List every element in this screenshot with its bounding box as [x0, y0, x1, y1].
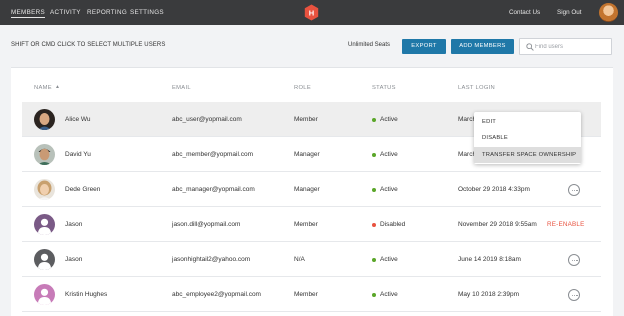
- avatar: [34, 179, 55, 200]
- member-status: Active: [380, 291, 398, 298]
- table-row[interactable]: Jason jason.dill@yopmail.com Member Disa…: [22, 207, 601, 242]
- table-row[interactable]: Jason jasonhightail2@yahoo.com N/A Activ…: [22, 242, 601, 277]
- more-options-icon[interactable]: [568, 184, 580, 196]
- member-name: Kristin Hughes: [65, 291, 108, 298]
- seats-label: Unlimited Seats: [348, 42, 391, 48]
- column-header-name[interactable]: NAME: [34, 85, 52, 91]
- member-last-login: June 14 2019 8:18am: [458, 256, 521, 263]
- member-name: Jason: [65, 221, 83, 228]
- re-enable-link[interactable]: RE-ENABLE: [547, 221, 585, 228]
- nav-activity[interactable]: ACTIVITY: [50, 9, 81, 16]
- member-role: N/A: [294, 256, 305, 263]
- nav-reporting[interactable]: REPORTING: [87, 9, 127, 16]
- member-email: jason.dill@yopmail.com: [172, 221, 241, 228]
- member-status: Active: [380, 116, 398, 123]
- member-name: Alice Wu: [65, 116, 91, 123]
- status-dot: [372, 293, 376, 297]
- member-role: Member: [294, 116, 318, 123]
- export-button[interactable]: EXPORT: [402, 39, 446, 54]
- add-members-button[interactable]: ADD MEMBERS: [451, 39, 514, 54]
- avatar: [34, 214, 55, 235]
- search-box: [519, 38, 612, 55]
- user-avatar[interactable]: [599, 3, 618, 22]
- avatar: [34, 249, 55, 270]
- status-dot: [372, 188, 376, 192]
- avatar: [34, 144, 55, 165]
- status-dot: [372, 258, 376, 262]
- search-icon: [526, 43, 534, 51]
- menu-item-edit[interactable]: EDIT: [474, 114, 581, 130]
- member-role: Manager: [294, 186, 320, 193]
- member-email: abc_manager@yopmail.com: [172, 186, 255, 193]
- member-name: Jason: [65, 256, 83, 263]
- logo-letter: H: [309, 9, 314, 18]
- member-last-login: October 29 2018 4:33pm: [458, 186, 530, 193]
- member-status: Disabled: [380, 221, 406, 228]
- hightail-logo-icon[interactable]: H: [304, 4, 319, 21]
- search-input[interactable]: [535, 41, 609, 52]
- row-action-menu: EDIT DISABLE TRANSFER SPACE OWNERSHIP: [474, 112, 581, 164]
- member-name: Dede Green: [65, 186, 101, 193]
- member-email: abc_member@yopmail.com: [172, 151, 254, 158]
- table-row[interactable]: Dede Green abc_manager@yopmail.com Manag…: [22, 172, 601, 207]
- members-table: NAME ▲ EMAIL ROLE STATUS LAST LOGIN Alic…: [11, 67, 613, 316]
- more-options-icon[interactable]: [568, 289, 580, 301]
- contact-us-link[interactable]: Contact Us: [509, 9, 540, 16]
- member-last-login: May 10 2018 2:39pm: [458, 291, 520, 298]
- member-role: Manager: [294, 151, 320, 158]
- member-email: abc_employee2@yopmail.com: [172, 291, 261, 298]
- status-dot: [372, 118, 376, 122]
- multi-select-hint: SHIFT OR CMD CLICK TO SELECT MULTIPLE US…: [11, 42, 166, 48]
- member-status: Active: [380, 151, 398, 158]
- column-header-status[interactable]: STATUS: [372, 85, 396, 91]
- member-email: jasonhightail2@yahoo.com: [172, 256, 251, 263]
- sign-out-link[interactable]: Sign Out: [557, 9, 582, 16]
- more-options-icon[interactable]: [568, 254, 580, 266]
- status-dot: [372, 153, 376, 157]
- nav-members[interactable]: MEMBERS: [11, 9, 45, 18]
- menu-item-transfer-ownership[interactable]: TRANSFER SPACE OWNERSHIP: [474, 147, 581, 163]
- menu-item-disable[interactable]: DISABLE: [474, 130, 581, 146]
- column-header-last-login[interactable]: LAST LOGIN: [458, 85, 495, 91]
- nav-settings[interactable]: SETTINGS: [130, 9, 164, 16]
- member-role: Member: [294, 221, 318, 228]
- member-email: abc_user@yopmail.com: [172, 116, 242, 123]
- table-row[interactable]: Kristin Hughes abc_employee2@yopmail.com…: [22, 277, 601, 312]
- sort-up-icon[interactable]: ▲: [55, 84, 60, 90]
- column-header-role[interactable]: ROLE: [294, 85, 311, 91]
- member-last-login: November 29 2018 9:55am: [458, 221, 537, 228]
- member-status: Active: [380, 186, 398, 193]
- avatar: [34, 109, 55, 130]
- column-header-email[interactable]: EMAIL: [172, 85, 191, 91]
- avatar: [34, 284, 55, 305]
- member-name: David Yu: [65, 151, 91, 158]
- member-role: Member: [294, 291, 318, 298]
- top-nav-bar: MEMBERS ACTIVITY REPORTING SETTINGS H Co…: [0, 0, 624, 25]
- member-status: Active: [380, 256, 398, 263]
- status-dot: [372, 223, 376, 227]
